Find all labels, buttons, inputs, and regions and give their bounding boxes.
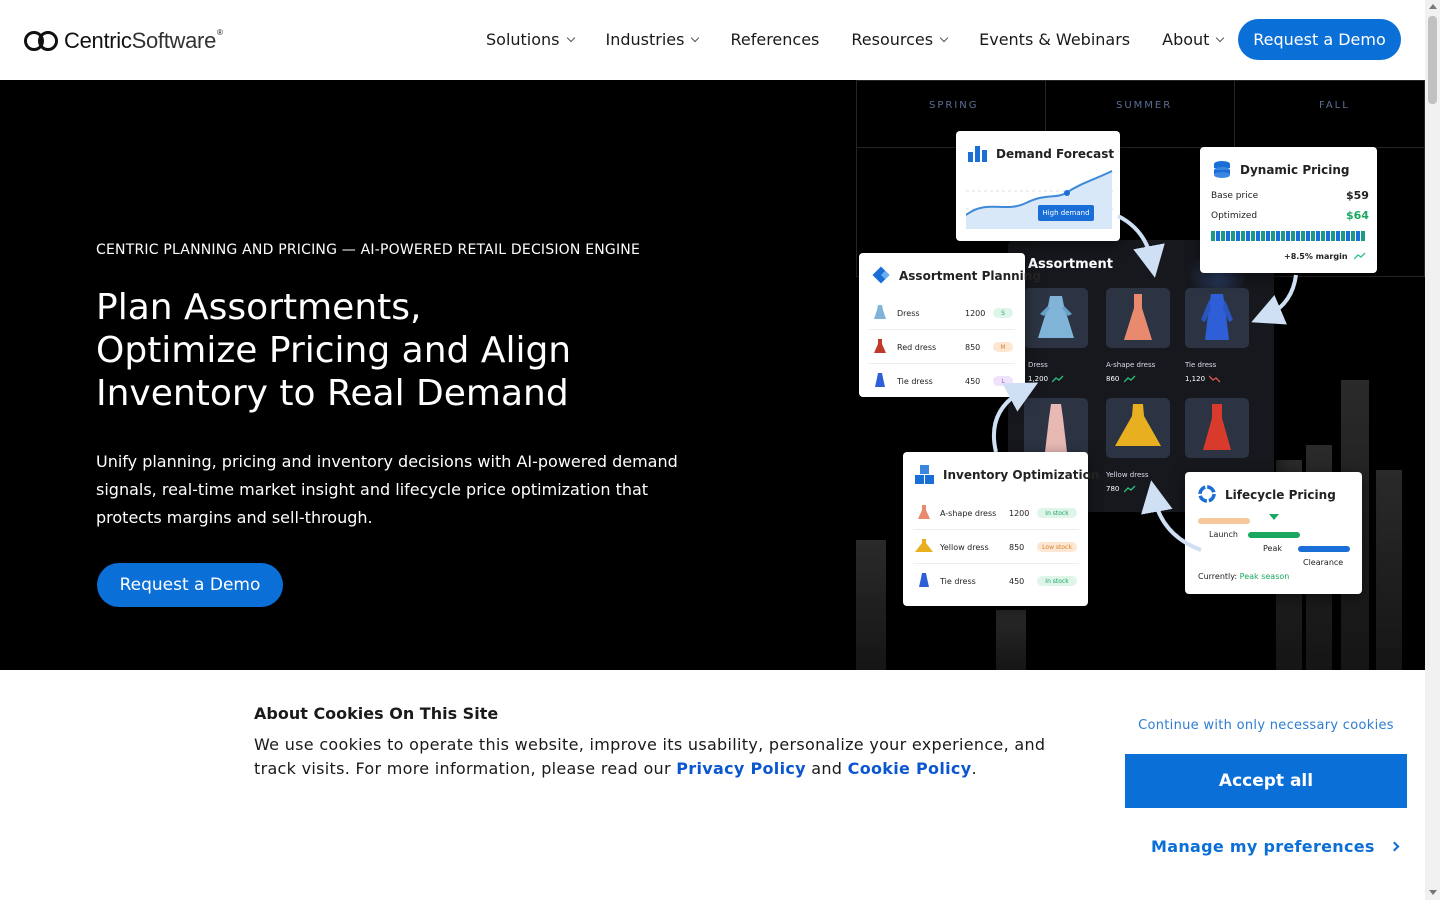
nav-item-industries[interactable]: Industries <box>605 30 700 49</box>
hero-request-demo-button[interactable]: Request a Demo <box>97 563 283 607</box>
chevron-right-icon <box>1389 841 1400 852</box>
cookie-description: We use cookies to operate this website, … <box>254 733 1084 781</box>
nav-item-label: Solutions <box>486 30 560 49</box>
cookie-title: About Cookies On This Site <box>254 704 499 723</box>
cookie-text-period: . <box>971 759 977 778</box>
nav-request-demo-button[interactable]: Request a Demo <box>1238 19 1401 60</box>
nav-item-label: Events & Webinars <box>979 30 1131 49</box>
centric-software-logo[interactable]: CentricSoftware® <box>24 28 223 54</box>
nav-item-events-webinars[interactable]: Events & Webinars <box>979 30 1130 49</box>
nav-item-label: Industries <box>605 30 685 49</box>
hero-section: CENTRIC PLANNING AND PRICING — AI-POWERE… <box>0 80 1425 670</box>
nav-item-references[interactable]: References <box>730 30 819 49</box>
headline-line: Inventory to Real Demand <box>96 373 569 414</box>
scroll-up-arrow-icon[interactable] <box>1429 4 1437 9</box>
cookie-banner: About Cookies On This Site We use cookie… <box>0 670 1425 900</box>
accept-all-button[interactable]: Accept all <box>1125 754 1407 808</box>
manage-preferences-label: Manage my preferences <box>1151 837 1375 856</box>
chevron-down-icon <box>691 33 700 42</box>
centric-logo-icon <box>24 30 60 52</box>
cookie-policy-link[interactable]: Cookie Policy <box>848 759 972 778</box>
manage-preferences-button[interactable]: Manage my preferences <box>1151 837 1400 856</box>
top-nav: CentricSoftware® Solutions Industries Re… <box>0 0 1425 80</box>
cookie-text-and: and <box>805 759 848 778</box>
page-scrollbar[interactable] <box>1425 0 1440 900</box>
hero-headline: Plan Assortments, Optimize Pricing and A… <box>96 286 716 415</box>
logo-registered-mark: ® <box>217 28 223 37</box>
hero-subtext: Unify planning, pricing and inventory de… <box>96 452 678 527</box>
chevron-down-icon <box>939 33 949 42</box>
nav-item-about[interactable]: About <box>1162 30 1225 49</box>
nav-item-label: About <box>1162 30 1210 49</box>
logo-wordmark: CentricSoftware® <box>64 28 223 54</box>
necessary-cookies-button[interactable]: Continue with only necessary cookies <box>1125 718 1407 733</box>
nav-item-label: References <box>730 30 820 49</box>
logo-text-bold: Centric <box>64 28 132 53</box>
headline-line: Plan Assortments, <box>96 287 422 328</box>
logo-text-thin: Software <box>131 28 217 53</box>
flow-arrows <box>991 214 1298 552</box>
hero-eyebrow: CENTRIC PLANNING AND PRICING — AI-POWERE… <box>96 242 641 258</box>
scrollbar-thumb[interactable] <box>1428 16 1437 104</box>
chevron-down-icon <box>566 33 575 42</box>
chevron-down-icon <box>1216 33 1225 42</box>
privacy-policy-link[interactable]: Privacy Policy <box>676 759 806 778</box>
nav-item-label: Resources <box>851 30 934 49</box>
scroll-down-arrow-icon[interactable] <box>1429 890 1437 895</box>
nav-item-solutions[interactable]: Solutions <box>486 30 575 49</box>
main-menu: Solutions Industries References Resource… <box>486 30 1225 49</box>
headline-line: Optimize Pricing and Align <box>96 330 572 371</box>
nav-item-resources[interactable]: Resources <box>851 30 949 49</box>
hero-illustration: SPRING SUMMER FALL Assortment Dress 1,20… <box>856 80 1425 670</box>
